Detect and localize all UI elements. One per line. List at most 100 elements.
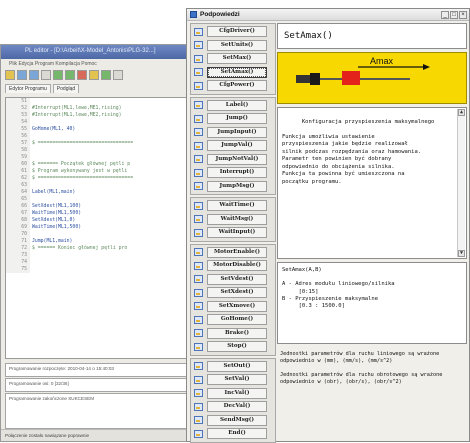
function-button-jump[interactable]: Jump() <box>207 113 267 125</box>
function-button-send-msg[interactable]: SendMsg() <box>207 414 267 426</box>
code-line[interactable]: 55 GoHome(ML1, 40) <box>6 126 188 133</box>
undo-icon[interactable] <box>53 70 63 80</box>
function-button-jump-val[interactable]: JumpVal() <box>207 140 267 152</box>
insert-function-icon[interactable] <box>194 402 203 411</box>
insert-function-icon[interactable] <box>194 101 203 110</box>
code-line[interactable]: 65 <box>6 196 188 203</box>
cut-icon[interactable] <box>41 70 51 80</box>
insert-function-icon[interactable] <box>194 342 203 351</box>
close-button[interactable]: × <box>459 10 467 19</box>
function-button-set-max[interactable]: SetMax() <box>207 53 267 65</box>
insert-function-icon[interactable] <box>194 288 203 297</box>
function-button-go-home[interactable]: GoHome() <box>207 314 267 326</box>
code-line[interactable]: 61 $ Program wykonywany jest w pętli <box>6 168 188 175</box>
function-button-stop[interactable]: Stop() <box>207 341 267 353</box>
save-icon[interactable] <box>29 70 39 80</box>
code-line[interactable]: 54 <box>6 119 188 126</box>
function-button-motor-disable[interactable]: MotorDisable() <box>207 260 267 272</box>
insert-function-icon[interactable] <box>194 329 203 338</box>
insert-function-icon[interactable] <box>194 215 203 224</box>
insert-function-icon[interactable] <box>194 114 203 123</box>
function-button-interrupt[interactable]: Interrupt() <box>207 167 267 179</box>
function-button-brake[interactable]: Brake() <box>207 327 267 339</box>
code-line[interactable]: 63 <box>6 182 188 189</box>
insert-function-icon[interactable] <box>194 141 203 150</box>
code-editor[interactable]: 51 52 #Interrupt(ML1,lewe,ME1,rising) 53 #In… <box>5 97 189 359</box>
function-button-wait-msg[interactable]: WaitMsg() <box>207 213 267 225</box>
insert-function-icon[interactable] <box>194 248 203 257</box>
description-scrollbar[interactable]: ▲ ▼ <box>457 109 465 257</box>
code-line[interactable]: 68 SetXdest(ML1,0) <box>6 217 188 224</box>
function-button-jump-msg[interactable]: JumpMsg() <box>207 180 267 192</box>
function-button-label[interactable]: Label() <box>207 99 267 111</box>
code-line[interactable]: 56 <box>6 133 188 140</box>
code-line[interactable]: 74 <box>6 259 188 266</box>
tab-program-editor[interactable]: Edytor Programu <box>5 84 51 93</box>
insert-function-icon[interactable] <box>194 201 203 210</box>
code-line[interactable]: 67 WaitTime(ML1,500) <box>6 210 188 217</box>
new-file-icon[interactable] <box>5 70 15 80</box>
function-button-cfg-power[interactable]: CfgPower() <box>207 80 267 92</box>
function-button-inc-val[interactable]: IncVal() <box>207 387 267 399</box>
function-button-dec-val[interactable]: DecVal() <box>207 401 267 413</box>
run-icon[interactable] <box>101 70 111 80</box>
editor-menubar[interactable]: Plik Edycja Program Kompilacja Pomoc <box>1 59 189 68</box>
code-line[interactable]: 60 $ ======= Początek głównej pętli p <box>6 161 188 168</box>
code-line[interactable]: 59 <box>6 154 188 161</box>
insert-function-icon[interactable] <box>194 128 203 137</box>
code-line[interactable]: 52 #Interrupt(ML1,lewe,ME1,rising) <box>6 105 188 112</box>
insert-function-icon[interactable] <box>194 375 203 384</box>
code-line[interactable]: 64 Label(ML1,main) <box>6 189 188 196</box>
redo-icon[interactable] <box>65 70 75 80</box>
maximize-button[interactable]: □ <box>450 10 458 19</box>
function-button-wait-time[interactable]: WaitTime() <box>207 200 267 212</box>
insert-function-icon[interactable] <box>194 315 203 324</box>
insert-function-icon[interactable] <box>194 27 203 36</box>
settings-icon[interactable] <box>113 70 123 80</box>
scroll-up-icon[interactable]: ▲ <box>458 109 465 116</box>
insert-function-icon[interactable] <box>194 228 203 237</box>
insert-function-icon[interactable] <box>194 81 203 90</box>
insert-function-icon[interactable] <box>194 302 203 311</box>
function-button-set-val[interactable]: SetVal() <box>207 374 267 386</box>
code-line[interactable]: 51 <box>6 98 188 105</box>
open-file-icon[interactable] <box>17 70 27 80</box>
insert-function-icon[interactable] <box>194 54 203 63</box>
insert-function-icon[interactable] <box>194 168 203 177</box>
function-button-wait-input[interactable]: WaitInput() <box>207 227 267 239</box>
function-button-jump-input[interactable]: JumpInput() <box>207 126 267 138</box>
insert-function-icon[interactable] <box>194 429 203 438</box>
code-line[interactable]: 71 Jump(ML1,main) <box>6 238 188 245</box>
code-line[interactable]: 57 $ ================================= <box>6 140 188 147</box>
function-button-jump-not-val[interactable]: JumpNotVal() <box>207 153 267 165</box>
function-button-set-out[interactable]: SetOut() <box>207 360 267 372</box>
insert-function-icon[interactable] <box>194 362 203 371</box>
code-line[interactable]: 58 <box>6 147 188 154</box>
stop-icon[interactable] <box>77 70 87 80</box>
tab-preview[interactable]: Podgląd <box>52 84 80 93</box>
code-line[interactable]: 66 SetXdest(ML1,100) <box>6 203 188 210</box>
insert-function-icon[interactable] <box>194 182 203 191</box>
insert-function-icon[interactable] <box>194 155 203 164</box>
code-line[interactable]: 75 <box>6 266 188 273</box>
function-button-set-amax[interactable]: SetAmax() <box>207 66 267 78</box>
function-button-end[interactable]: End() <box>207 428 267 440</box>
code-line[interactable]: 70 <box>6 231 188 238</box>
function-button-motor-enable[interactable]: MotorEnable() <box>207 246 267 258</box>
function-button-set-xdest[interactable]: SetXdest() <box>207 287 267 299</box>
minimize-button[interactable]: _ <box>441 10 449 19</box>
insert-function-icon[interactable] <box>194 68 203 77</box>
function-button-set-vdest[interactable]: SetVdest() <box>207 273 267 285</box>
insert-function-icon[interactable] <box>194 41 203 50</box>
insert-function-icon[interactable] <box>194 389 203 398</box>
code-line[interactable]: 69 WaitTime(ML1,500) <box>6 224 188 231</box>
code-line[interactable]: 62 $ ================================= <box>6 175 188 182</box>
insert-function-icon[interactable] <box>194 261 203 270</box>
scroll-down-icon[interactable]: ▼ <box>458 250 465 257</box>
insert-function-icon[interactable] <box>194 275 203 284</box>
code-line[interactable]: 53 #Interrupt(ML1,lewe,ME2,rising) <box>6 112 188 119</box>
code-line[interactable]: 73 <box>6 252 188 259</box>
function-button-set-units[interactable]: SetUnits() <box>207 39 267 51</box>
code-line[interactable]: 72 $ ====== Koniec głównej pętli pro <box>6 245 188 252</box>
function-button-set-xmove[interactable]: SetXmove() <box>207 300 267 312</box>
